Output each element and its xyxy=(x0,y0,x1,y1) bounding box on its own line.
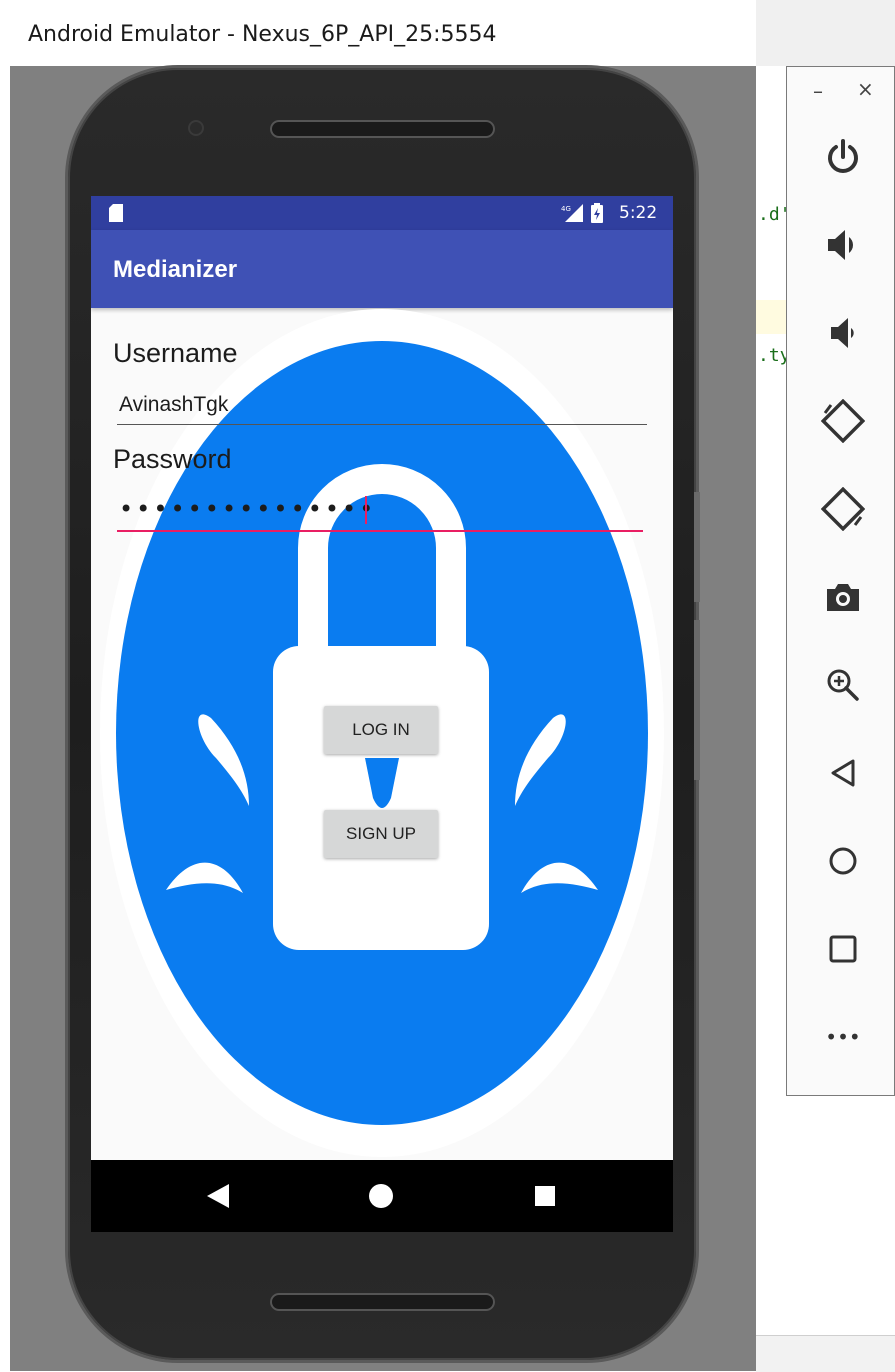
more-icon[interactable]: ••• xyxy=(817,1011,869,1063)
back-icon[interactable] xyxy=(817,747,869,799)
status-time: 5:22 xyxy=(619,203,658,223)
login-button[interactable]: LOG IN xyxy=(324,706,438,754)
nav-recents-icon[interactable] xyxy=(535,1186,555,1206)
password-label: Password xyxy=(113,444,232,474)
home-icon[interactable] xyxy=(817,835,869,887)
volume-side-button[interactable] xyxy=(694,620,700,780)
nav-back-icon[interactable] xyxy=(207,1184,229,1208)
top-speaker xyxy=(270,120,495,138)
signal-4g-icon: 4G xyxy=(561,204,583,222)
rotate-left-icon[interactable] xyxy=(817,395,869,447)
overview-icon[interactable] xyxy=(817,923,869,975)
volume-down-icon[interactable] xyxy=(817,307,869,359)
volume-up-icon[interactable] xyxy=(817,219,869,271)
power-side-button[interactable] xyxy=(694,492,700,602)
close-button[interactable]: × xyxy=(857,77,874,101)
login-content: Username Password ••••••••••••••• LOG IN… xyxy=(91,308,673,1160)
minimize-button[interactable]: – xyxy=(813,79,823,103)
status-bar: 4G 5:22 xyxy=(91,196,673,230)
battery-icon xyxy=(591,203,603,223)
device-screen[interactable]: 4G 5:22 Medianizer Username AvinashTgk P… xyxy=(91,196,673,1232)
ide-bottom-bar xyxy=(756,1335,895,1372)
bottom-speaker xyxy=(270,1293,495,1311)
camera-icon[interactable] xyxy=(817,571,869,623)
emulator-toolbar: – × ••• xyxy=(786,66,895,1096)
navigation-bar xyxy=(91,1160,673,1232)
window-title: Android Emulator - Nexus_6P_API_25:5554 xyxy=(28,22,497,47)
signup-button[interactable]: SIGN UP xyxy=(324,810,438,858)
password-field[interactable]: ••••••••••••••• xyxy=(117,492,643,532)
zoom-icon[interactable] xyxy=(817,659,869,711)
nav-home-icon[interactable] xyxy=(369,1184,393,1208)
emulator-window: Android Emulator - Nexus_6P_API_25:5554 … xyxy=(0,0,756,1371)
sd-card-icon xyxy=(109,204,123,222)
app-title: Medianizer xyxy=(113,256,238,283)
password-mask: ••••••••••••••• xyxy=(119,495,377,523)
text-caret xyxy=(365,496,367,524)
ide-top-bar xyxy=(756,0,895,66)
app-bar: Medianizer xyxy=(91,230,673,308)
emulator-titlebar[interactable]: Android Emulator - Nexus_6P_API_25:5554 xyxy=(0,0,756,66)
rotate-right-icon[interactable] xyxy=(817,483,869,535)
svg-text:4G: 4G xyxy=(561,205,571,213)
username-label: Username xyxy=(113,338,238,368)
power-icon[interactable] xyxy=(817,131,869,183)
front-camera xyxy=(188,120,204,136)
username-field[interactable] xyxy=(117,386,647,425)
